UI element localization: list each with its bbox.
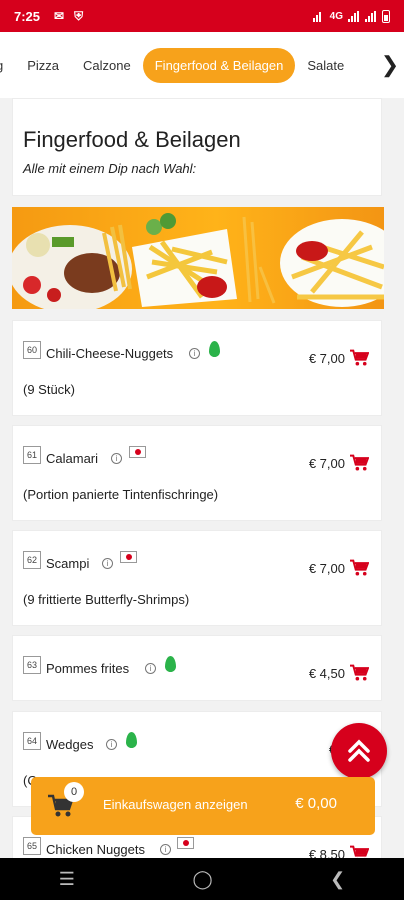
item-name: Chicken Nuggets [46, 842, 145, 857]
info-icon[interactable]: i [189, 348, 200, 359]
item-name: Chili-Cheese-Nuggets [46, 346, 174, 361]
view-cart-button[interactable]: 0 Einkaufswagen anzeigen € 0,00 [31, 777, 375, 835]
category-banner-image [12, 207, 384, 309]
item-description: (Portion panierte Tintenfischringe) [23, 487, 219, 502]
item-description: (9 Stück) [23, 382, 76, 397]
tab-salate[interactable]: Salate [295, 48, 356, 83]
cart-label: Einkaufswagen anzeigen [103, 797, 248, 812]
cart-count-badge: 0 [64, 782, 84, 802]
add-to-cart-icon[interactable] [349, 454, 369, 472]
food-illustration [12, 213, 384, 309]
battery-icon [382, 9, 390, 23]
menu-item[interactable]: 62 Scampi i (9 frittierte Butterfly-Shri… [12, 530, 382, 626]
signal-icon [348, 10, 360, 22]
menu-item[interactable]: 60 Chili-Cheese-Nuggets i (9 Stück) € 7,… [12, 320, 382, 416]
signal-icon-2 [365, 10, 377, 22]
item-price: € 7,00 [308, 456, 345, 471]
tab-calzone[interactable]: Calzone [71, 48, 143, 83]
recent-apps-icon[interactable]: ☰ [59, 869, 75, 890]
tab-previous[interactable]: g [0, 48, 15, 83]
item-description: (9 frittierte Butterfly-Shrimps) [23, 592, 190, 607]
info-icon[interactable]: i [111, 453, 122, 464]
home-icon[interactable]: ◯ [192, 869, 212, 890]
item-number: 64 [23, 732, 41, 750]
vegetarian-leaf-icon [126, 732, 137, 748]
double-chevron-up-icon [348, 739, 370, 762]
category-subtitle: Alle mit einem Dip nach Wahl: [23, 161, 197, 176]
item-number: 63 [23, 656, 41, 674]
volte-icon [312, 11, 325, 22]
network-type: 4G [329, 10, 343, 22]
item-price: € 4,50 [308, 666, 345, 681]
tab-pizza[interactable]: Pizza [15, 48, 71, 83]
system-navigation-bar: ☰ ◯ ❮ [0, 858, 404, 900]
japan-flag-icon [129, 446, 146, 458]
category-header: Fingerfood & Beilagen Alle mit einem Dip… [12, 98, 382, 196]
menu-item[interactable]: 61 Calamari i (Portion panierte Tintenfi… [12, 425, 382, 521]
shield-icon: ⛨ [74, 8, 84, 23]
item-price: € 7,00 [308, 561, 345, 576]
item-name: Wedges [46, 737, 94, 752]
japan-flag-icon [177, 837, 194, 849]
vegetarian-leaf-icon [209, 341, 220, 357]
status-right: 4G [312, 9, 390, 23]
category-title: Fingerfood & Beilagen [23, 127, 241, 152]
add-to-cart-icon[interactable] [349, 559, 369, 577]
info-icon[interactable]: i [145, 663, 156, 674]
scroll-to-top-button[interactable] [331, 723, 387, 779]
item-number: 61 [23, 446, 41, 464]
status-time: 7:25 [14, 8, 41, 24]
info-icon[interactable]: i [160, 844, 171, 855]
add-to-cart-icon[interactable] [349, 349, 369, 367]
add-to-cart-icon[interactable] [349, 664, 369, 682]
add-to-cart-icon[interactable] [349, 845, 369, 858]
item-name: Calamari [46, 451, 99, 466]
japan-flag-icon [120, 551, 137, 563]
item-price: € 7,00 [308, 351, 345, 366]
cart-total: € 0,00 [295, 795, 337, 812]
menu-item[interactable]: 63 Pommes frites i € 4,50 [12, 635, 382, 701]
tab-fingerfood[interactable]: Fingerfood & Beilagen [142, 47, 296, 83]
item-price: € 8,50 [308, 847, 345, 858]
item-number: 60 [23, 341, 41, 359]
status-bar: 7:25 ✉ ⛨ 4G [0, 0, 404, 32]
chevron-right-icon[interactable]: ❯ [376, 32, 404, 98]
back-icon[interactable]: ❮ [330, 869, 345, 890]
info-icon[interactable]: i [102, 558, 113, 569]
info-icon[interactable]: i [106, 739, 117, 750]
category-tabs: g Pizza Calzone Fingerfood & Beilagen Sa… [0, 32, 404, 98]
notification-icon: ✉ [54, 9, 65, 23]
item-name: Pommes frites [46, 661, 130, 676]
item-name: Scampi [46, 556, 90, 571]
item-number: 65 [23, 837, 41, 855]
vegetarian-leaf-icon [165, 656, 176, 672]
item-number: 62 [23, 551, 41, 569]
